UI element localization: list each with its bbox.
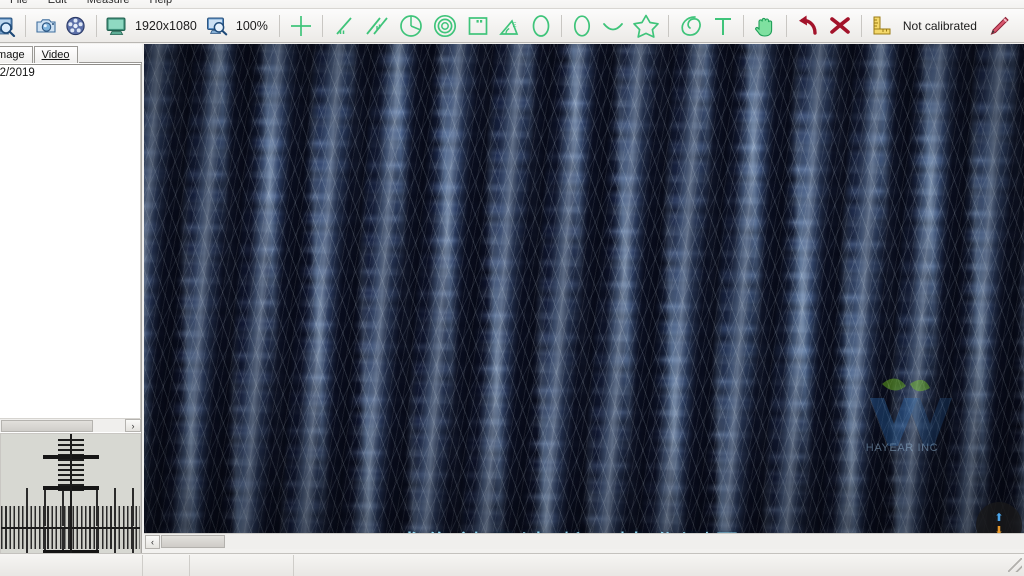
left-panel: Image Video /02/2019 › [0, 44, 142, 576]
tool-polygon-button[interactable] [629, 11, 663, 41]
toolbar-separator [742, 14, 744, 37]
close-x-icon [827, 13, 853, 39]
resize-grip-icon[interactable] [1008, 558, 1022, 572]
tab-image[interactable]: Image [0, 46, 33, 63]
calibration-button[interactable] [867, 11, 897, 41]
delete-all-button[interactable] [824, 11, 856, 41]
status-cell-1 [0, 554, 143, 576]
file-list-hscrollbar[interactable]: › [0, 418, 141, 432]
application-window: File Edit Measure Help [0, 0, 1024, 576]
pencil-icon [986, 13, 1012, 39]
toolbar-separator [560, 14, 562, 37]
tool-line-button[interactable] [328, 11, 360, 41]
toolbar-separator [321, 14, 323, 37]
zoom-level-label: 100% [235, 18, 268, 33]
status-cell-4 [294, 555, 1008, 576]
toolbar-separator [278, 14, 280, 37]
scroll-left-arrow-icon[interactable]: ‹ [145, 534, 160, 549]
undo-arrow-icon [795, 13, 821, 39]
zoom-monitor-icon [206, 15, 229, 36]
menu-item-help[interactable]: Help [140, 0, 183, 8]
toolbar-separator [860, 14, 862, 37]
tab-row-filler [78, 46, 142, 63]
resolution-label: 1920x1080 [135, 18, 197, 33]
scrollbar-thumb[interactable] [1, 419, 93, 432]
freehand-icon [677, 12, 705, 40]
ellipse-icon [570, 12, 594, 40]
film-reel-icon [64, 15, 88, 37]
live-video-view[interactable]: HAYEAR INC 成像效果清晰，精准测量。 Clear imaging re… [144, 44, 1024, 534]
file-list[interactable]: /02/2019 [0, 64, 141, 419]
toolbar-separator [25, 14, 26, 37]
tool-parallel-lines-button[interactable] [360, 11, 394, 41]
resolution-button[interactable] [102, 11, 131, 41]
calibration-status-label: Not calibrated [902, 18, 977, 33]
svg-text:E: E [512, 23, 516, 29]
ruler-icon [870, 14, 894, 38]
tool-point-button[interactable] [285, 11, 317, 41]
vignette-overlay [144, 44, 1024, 534]
camera-icon [34, 15, 58, 37]
scrollbar-thumb[interactable] [161, 535, 225, 548]
reticle-tick [62, 488, 65, 526]
angle-icon: E [497, 13, 523, 39]
reticle-tick [44, 488, 47, 526]
tool-text-button[interactable] [708, 11, 738, 41]
crosshair-icon [288, 13, 314, 39]
record-video-button[interactable] [61, 11, 91, 41]
tab-video-label: Video [41, 49, 70, 61]
scroll-right-arrow-icon[interactable]: › [125, 419, 141, 432]
menu-bar: File Edit Measure Help [0, 0, 1024, 9]
menu-item-file[interactable]: File [0, 0, 38, 8]
tool-arc-button[interactable] [597, 11, 629, 41]
tool-rectangle-button[interactable] [462, 11, 494, 41]
status-bar [0, 553, 1024, 576]
zoom-level-button[interactable] [203, 11, 232, 41]
video-hscrollbar[interactable]: ‹ [144, 533, 1024, 549]
list-item[interactable]: /02/2019 [0, 65, 140, 81]
circle-icon [529, 12, 553, 40]
undo-button[interactable] [792, 11, 824, 41]
tab-video[interactable]: Video [33, 46, 78, 63]
line-measure-icon [331, 13, 357, 39]
reticle-tick [131, 488, 134, 526]
monitor-magnifier-icon [0, 15, 17, 37]
tool-freehand-button[interactable] [674, 11, 708, 41]
tool-pan-button[interactable] [749, 11, 781, 41]
hand-icon [752, 12, 778, 40]
arc-icon [600, 13, 626, 39]
toolbar-separator [667, 14, 669, 37]
status-cell-2 [143, 554, 190, 576]
tool-circle-button[interactable] [526, 11, 556, 41]
text-icon [711, 13, 735, 39]
reticle-tick [95, 488, 98, 526]
circle-radius-icon [397, 12, 425, 40]
monitor-icon [105, 15, 128, 36]
tool-angle-button[interactable]: E [494, 11, 526, 41]
panel-tabs: Image Video [0, 44, 142, 63]
menu-item-edit[interactable]: Edit [38, 0, 77, 8]
snapshot-button[interactable] [31, 11, 61, 41]
rectangle-icon [465, 13, 491, 39]
tool-concentric-circles-button[interactable] [428, 11, 462, 41]
edit-calibration-button[interactable] [983, 11, 1015, 41]
tool-ellipse-button[interactable] [567, 11, 597, 41]
reticle-horizontal-axis [1, 526, 140, 529]
menu-item-measure[interactable]: Measure [77, 0, 140, 8]
arrow-up-icon[interactable]: ⬆ [994, 513, 1003, 524]
toolbar: 1920x1080 100% E Not calibrated [0, 9, 1024, 43]
toolbar-separator [785, 14, 787, 37]
concentric-circles-icon [431, 12, 459, 40]
preview-zoom-button[interactable] [0, 11, 20, 41]
parallel-lines-icon [363, 13, 391, 39]
status-cell-3 [190, 554, 294, 576]
star-polygon-icon [632, 12, 660, 40]
reticle-tick [26, 488, 29, 526]
reticle-tick [113, 488, 116, 526]
tool-radius-button[interactable] [394, 11, 428, 41]
toolbar-separator [96, 14, 97, 37]
